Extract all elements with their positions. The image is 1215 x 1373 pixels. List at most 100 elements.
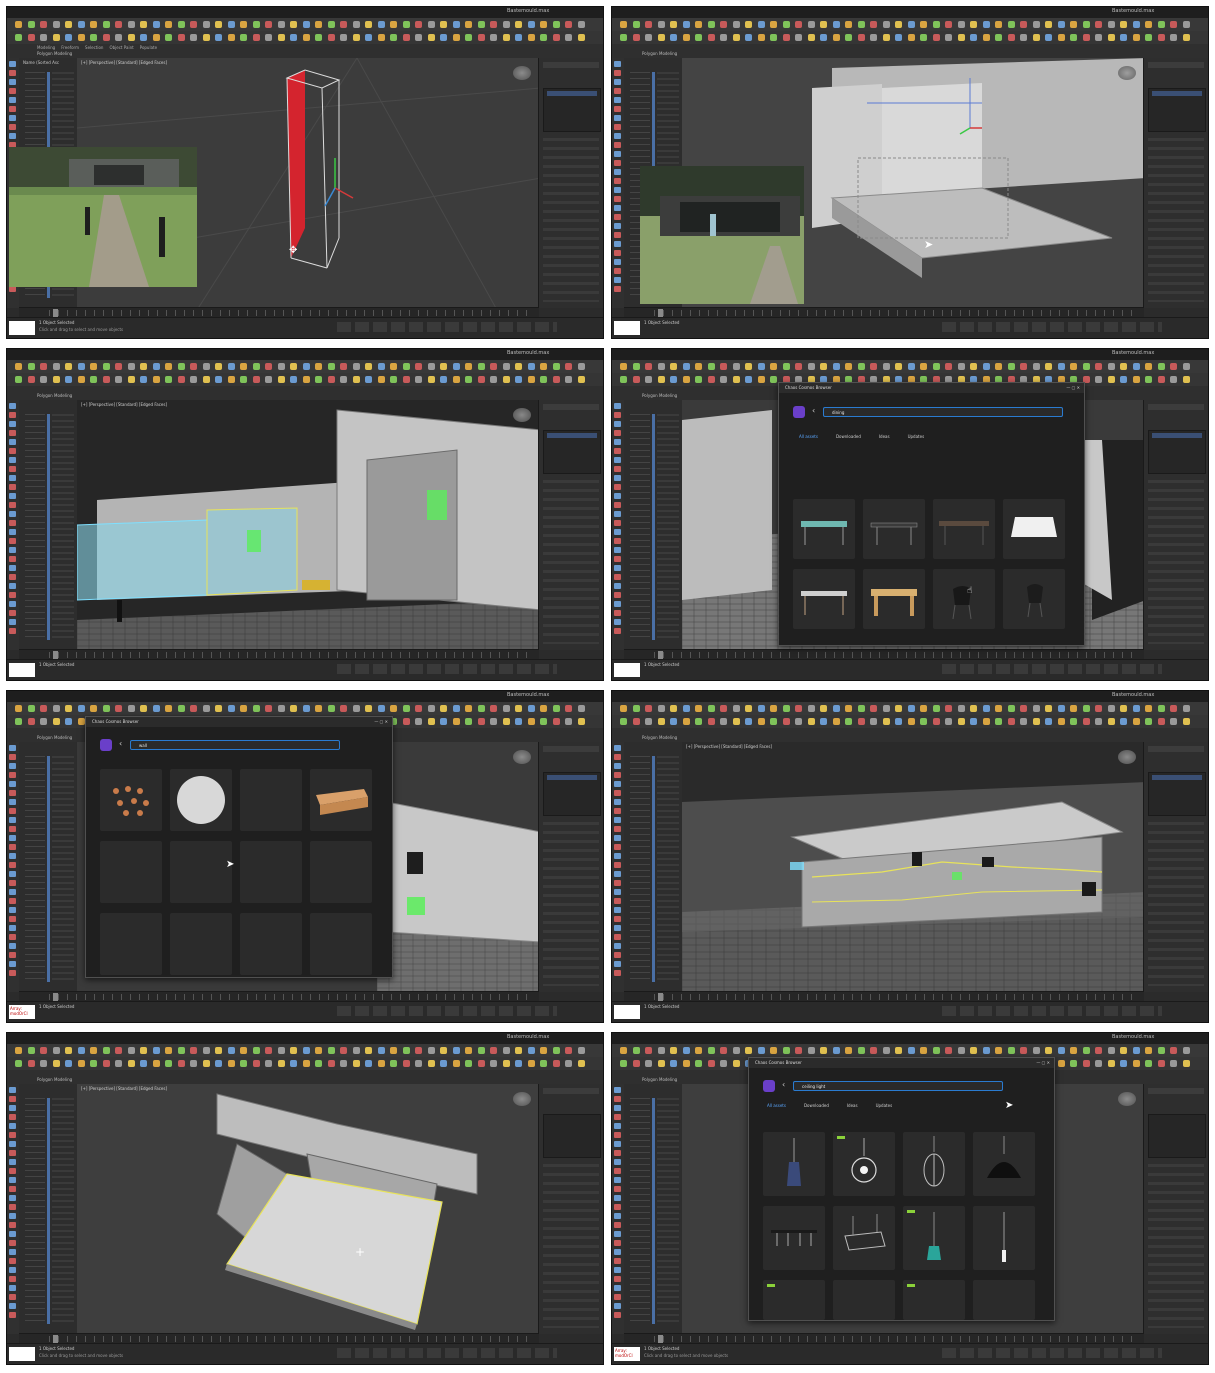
toolbar-icon[interactable] — [782, 718, 790, 725]
toolbar-icon[interactable] — [907, 363, 915, 370]
toolbar-icon[interactable] — [932, 34, 940, 41]
toolbar-icon[interactable] — [845, 1047, 852, 1054]
toolbar-icon[interactable] — [390, 376, 397, 383]
toolbar-icon[interactable] — [240, 376, 247, 383]
toolbar-icon[interactable] — [1032, 1047, 1040, 1054]
search-input[interactable]: dining — [823, 407, 1063, 417]
toolbar-icon[interactable] — [870, 1047, 877, 1054]
toolbar-icon[interactable] — [315, 705, 322, 712]
toolbar-icon[interactable] — [90, 376, 97, 383]
toolbar-icon[interactable] — [402, 363, 410, 370]
toolbar-icon[interactable] — [302, 376, 310, 383]
command-panel[interactable] — [538, 400, 603, 650]
toolbar-icon[interactable] — [77, 718, 85, 725]
toolbar-icon[interactable] — [515, 1060, 522, 1067]
toolbar-icon[interactable] — [957, 1047, 965, 1054]
secondary-toolbar[interactable] — [7, 31, 603, 45]
maxscript-listener[interactable]: Array: modOrCl — [614, 1347, 640, 1361]
toolbar-icon[interactable] — [140, 1060, 147, 1067]
toolbar-icon[interactable] — [190, 1060, 197, 1067]
tab-updates[interactable]: Updates — [876, 1103, 893, 1108]
tool-icon[interactable] — [9, 1114, 16, 1120]
ribbon[interactable]: Modeling Freeform Selection Object Paint Pop… — [7, 44, 603, 59]
toolbar-icon[interactable] — [515, 363, 522, 370]
toolbar-icon[interactable] — [27, 376, 35, 383]
tool-icon[interactable] — [9, 817, 16, 823]
tool-icon[interactable] — [614, 133, 621, 139]
toolbar-icon[interactable] — [577, 34, 585, 41]
tool-icon[interactable] — [614, 97, 621, 103]
toolbar-icon[interactable] — [40, 1060, 47, 1067]
toolbar-icon[interactable] — [227, 376, 235, 383]
tool-icon[interactable] — [614, 1159, 621, 1165]
tool-icon[interactable] — [614, 241, 621, 247]
toolbar-icon[interactable] — [970, 1047, 977, 1054]
toolbar-icon[interactable] — [1095, 718, 1102, 725]
toolbar-icon[interactable] — [720, 1060, 727, 1067]
toolbar-icon[interactable] — [402, 1060, 410, 1067]
toolbar-icon[interactable] — [15, 1060, 22, 1067]
toolbar-icon[interactable] — [720, 718, 727, 725]
toolbar-icon[interactable] — [490, 1060, 497, 1067]
tool-icon[interactable] — [614, 286, 621, 292]
toolbar-icon[interactable] — [1020, 34, 1027, 41]
toolbar-icon[interactable] — [165, 34, 172, 41]
toolbar-icon[interactable] — [502, 718, 510, 725]
toolbar-icon[interactable] — [670, 376, 677, 383]
command-panel[interactable] — [538, 58, 603, 308]
toolbar-icon[interactable] — [1107, 705, 1115, 712]
tool-icon[interactable] — [614, 772, 621, 778]
toolbar-icon[interactable] — [215, 363, 222, 370]
tool-icon[interactable] — [614, 1303, 621, 1309]
toolbar-icon[interactable] — [1095, 1060, 1102, 1067]
toolbar-icon[interactable] — [1182, 21, 1190, 28]
toolbar-icon[interactable] — [40, 376, 47, 383]
toolbar-icon[interactable] — [1132, 21, 1140, 28]
toolbar-icon[interactable] — [1170, 718, 1177, 725]
toolbar-icon[interactable] — [90, 705, 97, 712]
tool-icon[interactable] — [9, 70, 16, 76]
toolbar-icon[interactable] — [377, 34, 385, 41]
toolbar-icon[interactable] — [165, 363, 172, 370]
tool-icon[interactable] — [9, 871, 16, 877]
toolbar-icon[interactable] — [1182, 705, 1190, 712]
toolbar-icon[interactable] — [670, 34, 677, 41]
toolbar-icon[interactable] — [290, 363, 297, 370]
toolbar-icon[interactable] — [1170, 1047, 1177, 1054]
toolbar-icon[interactable] — [190, 363, 197, 370]
toolbar-icon[interactable] — [340, 1047, 347, 1054]
toolbar-icon[interactable] — [15, 21, 22, 28]
asset-tile[interactable] — [100, 841, 162, 903]
toolbar-icon[interactable] — [215, 34, 222, 41]
toolbar-icon[interactable] — [920, 1047, 927, 1054]
toolbar-icon[interactable] — [177, 363, 185, 370]
toolbar-icon[interactable] — [682, 34, 690, 41]
toolbar-icon[interactable] — [202, 1047, 210, 1054]
toolbar-icon[interactable] — [707, 718, 715, 725]
tool-icon[interactable] — [614, 1267, 621, 1273]
toolbar-icon[interactable] — [707, 363, 715, 370]
toolbar-icon[interactable] — [1120, 21, 1127, 28]
viewport-label[interactable]: [+] [Perspective] [Standard] [Edged Face… — [686, 744, 772, 749]
toolbar-icon[interactable] — [1045, 21, 1052, 28]
toolbar-icon[interactable] — [745, 376, 752, 383]
tool-icon[interactable] — [9, 925, 16, 931]
toolbar-icon[interactable] — [490, 1047, 497, 1054]
toolbar-icon[interactable] — [645, 34, 652, 41]
tool-icon[interactable] — [9, 943, 16, 949]
main-toolbar[interactable] — [612, 18, 1208, 32]
toolbar-icon[interactable] — [327, 1047, 335, 1054]
toolbar-icon[interactable] — [1057, 21, 1065, 28]
toolbar-icon[interactable] — [1170, 363, 1177, 370]
toolbar-icon[interactable] — [1132, 376, 1140, 383]
toolbar-icon[interactable] — [27, 363, 35, 370]
asset-tile[interactable]: ☝ — [933, 569, 995, 629]
tool-icon[interactable] — [614, 880, 621, 886]
tool-icon[interactable] — [614, 826, 621, 832]
toolbar-icon[interactable] — [982, 718, 990, 725]
toolbar-icon[interactable] — [140, 705, 147, 712]
asset-tile[interactable] — [903, 1280, 965, 1320]
tool-icon[interactable] — [9, 1267, 16, 1273]
toolbar-icon[interactable] — [807, 705, 815, 712]
tool-icon[interactable] — [9, 403, 16, 409]
